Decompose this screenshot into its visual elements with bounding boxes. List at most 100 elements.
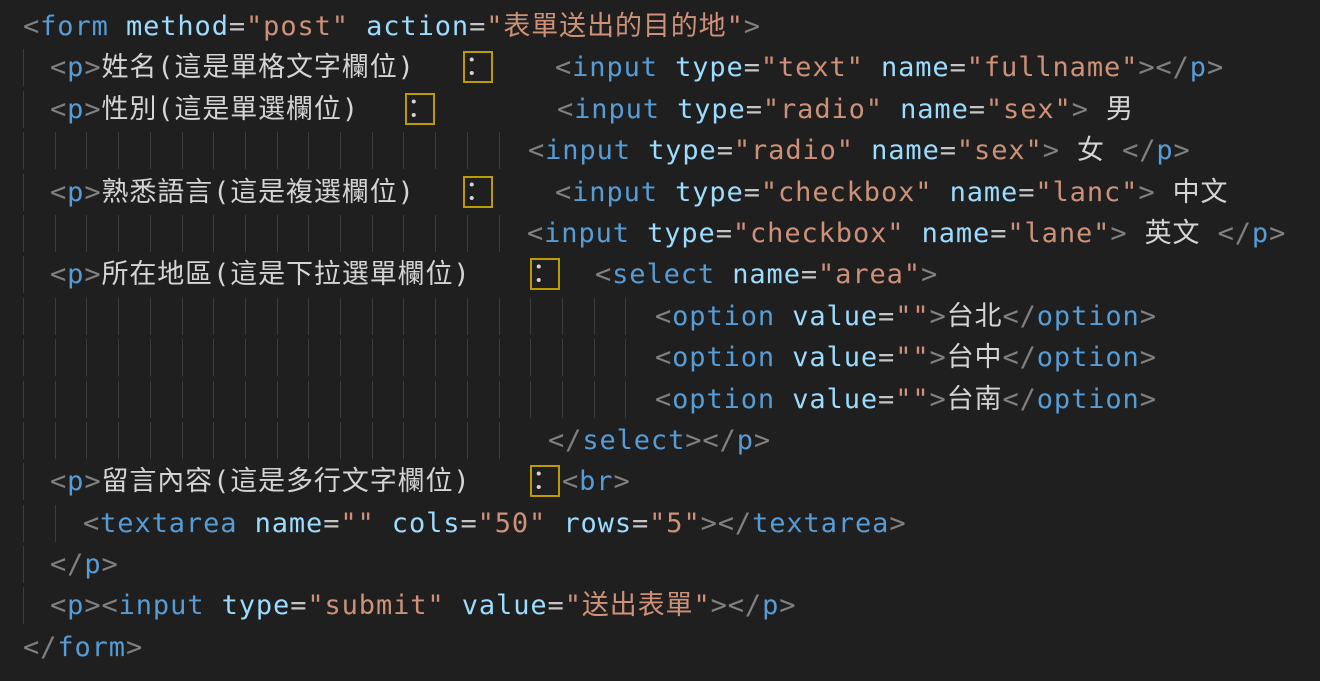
code-token: = — [548, 590, 565, 621]
indent-guide — [467, 215, 468, 252]
code-line-16[interactable]: </form> — [0, 627, 1320, 668]
code-segment: </p> — [50, 544, 119, 585]
indent-guide — [118, 298, 119, 335]
code-token: < — [655, 342, 672, 373]
code-token: > — [889, 508, 906, 539]
indent-guide — [562, 339, 563, 376]
code-token: = — [469, 11, 486, 42]
indent-guide — [467, 132, 468, 169]
indent-guide — [150, 132, 151, 169]
indent-guide — [245, 215, 246, 252]
code-token — [349, 11, 366, 42]
code-line-1[interactable]: <form method="post" action="表單送出的目的地"> — [0, 6, 1320, 47]
indent-guide — [277, 422, 278, 459]
indent-guide — [625, 339, 626, 376]
code-line-15[interactable]: <p><input type="submit" value="送出表單"></p… — [0, 585, 1320, 626]
indent-guide — [308, 381, 309, 418]
code-token: "lane" — [1007, 218, 1110, 249]
code-line-9[interactable]: <option value="">台中</option> — [0, 337, 1320, 378]
indent-guide — [55, 298, 56, 335]
indent-guide — [182, 298, 183, 335]
code-token: p — [1190, 52, 1207, 83]
indent-guide — [86, 381, 87, 418]
indent-guide — [213, 215, 214, 252]
indent-guide — [150, 298, 151, 335]
code-token: p — [84, 549, 101, 580]
indent-guide — [499, 422, 500, 459]
code-token: name — [732, 259, 801, 290]
indent-guide — [499, 298, 500, 335]
code-segment: <option value="">台北</option> — [655, 296, 1157, 337]
code-token — [109, 11, 126, 42]
code-token: = — [878, 342, 895, 373]
code-line-4[interactable]: <input type="radio" name="sex"> 女 </p> — [0, 130, 1320, 171]
code-line-7[interactable]: <p>所在地區(這是下拉選單欄位)：<select name="area"> — [0, 254, 1320, 295]
code-segment: ： — [530, 461, 560, 502]
code-token: type — [675, 52, 744, 83]
code-token: name — [864, 52, 950, 83]
indent-guide — [213, 132, 214, 169]
indent-guide — [340, 132, 341, 169]
indent-guide — [23, 174, 24, 211]
code-token: name — [255, 508, 324, 539]
code-token: > — [930, 384, 947, 415]
code-token: "表單送出的目的地" — [486, 11, 744, 42]
code-line-14[interactable]: </p> — [0, 544, 1320, 585]
code-line-6[interactable]: <input type="checkbox" name="lane"> 英文 <… — [0, 213, 1320, 254]
code-token: < — [527, 218, 544, 249]
indent-guide — [23, 587, 24, 624]
code-line-13[interactable]: <textarea name="" cols="50" rows="5"></t… — [0, 503, 1320, 544]
code-token: < — [50, 259, 67, 290]
code-line-2[interactable]: <p>姓名(這是單格文字欄位)：<input type="text" name=… — [0, 47, 1320, 88]
code-token: name — [854, 135, 940, 166]
indent-guide — [340, 381, 341, 418]
indent-guide — [340, 298, 341, 335]
code-token: 熟悉語言(這是複選欄位) — [101, 177, 414, 208]
indent-guide — [467, 422, 468, 459]
code-token: select — [582, 425, 685, 456]
indent-guide — [182, 132, 183, 169]
indent-guide — [435, 422, 436, 459]
code-line-3[interactable]: <p>性別(這是單選欄位)：<input type="radio" name="… — [0, 89, 1320, 130]
code-token: > — [1140, 384, 1157, 415]
indent-guide — [213, 339, 214, 376]
code-token: </ — [1002, 301, 1036, 332]
code-token: "fullname" — [967, 52, 1139, 83]
code-token: "post" — [246, 11, 349, 42]
indent-guide — [308, 215, 309, 252]
code-token: > — [84, 94, 101, 125]
code-token: > — [1072, 94, 1089, 125]
code-token: > — [1174, 135, 1191, 166]
code-token: 留言內容(這是多行文字欄位) — [101, 466, 470, 497]
code-token: action — [366, 11, 469, 42]
code-segment: </select></p> — [548, 420, 771, 461]
code-token: > — [779, 590, 796, 621]
code-token: 台南 — [947, 384, 1003, 415]
indent-guide — [530, 381, 531, 418]
indent-guide — [372, 132, 373, 169]
code-line-5[interactable]: <p>熟悉語言(這是複選欄位)：<input type="checkbox" n… — [0, 172, 1320, 213]
code-token: </ — [1122, 135, 1156, 166]
code-token: p — [67, 466, 84, 497]
indent-guide — [340, 339, 341, 376]
code-line-10[interactable]: <option value="">台南</option> — [0, 379, 1320, 420]
code-line-8[interactable]: <option value="">台北</option> — [0, 296, 1320, 337]
code-token: = — [229, 11, 246, 42]
code-token: > — [921, 259, 938, 290]
code-token: "5" — [649, 508, 700, 539]
code-token: < — [555, 52, 572, 83]
indent-guide — [467, 339, 468, 376]
code-token: "sex" — [957, 135, 1043, 166]
code-token: > — [126, 632, 143, 663]
code-segment: <p>性別(這是單選欄位) — [50, 89, 359, 130]
indent-guide — [245, 298, 246, 335]
code-token: </ — [23, 632, 57, 663]
code-token: 英文 — [1127, 218, 1217, 249]
code-segment: <p>姓名(這是單格文字欄位) — [50, 47, 415, 88]
code-token: < — [562, 466, 579, 497]
code-token: = — [632, 508, 649, 539]
code-line-11[interactable]: </select></p> — [0, 420, 1320, 461]
indent-guide — [118, 381, 119, 418]
code-line-12[interactable]: <p>留言內容(這是多行文字欄位)：<br> — [0, 461, 1320, 502]
code-token: select — [612, 259, 732, 290]
